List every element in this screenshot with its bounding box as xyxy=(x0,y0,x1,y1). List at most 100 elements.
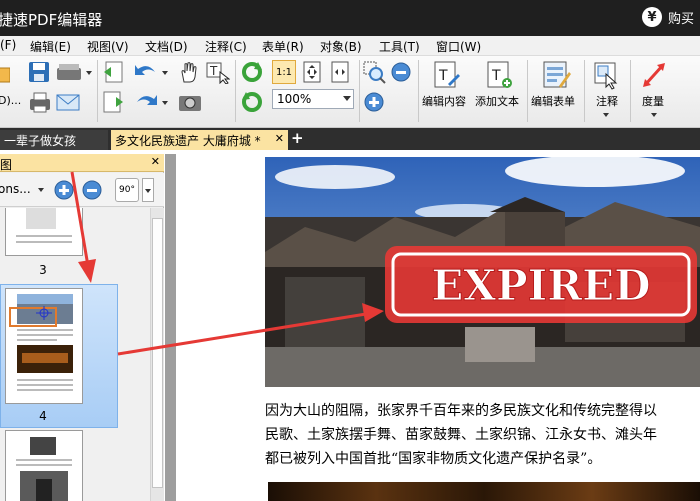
zoom-in-icon[interactable] xyxy=(362,90,386,114)
menu-document[interactable]: 文档(D) xyxy=(145,38,188,55)
select-text-icon[interactable]: T xyxy=(204,60,230,84)
rotate-cw-icon[interactable] xyxy=(239,60,265,84)
add-text-icon[interactable]: T xyxy=(485,60,513,90)
save-icon[interactable] xyxy=(27,60,51,84)
separator xyxy=(584,60,585,122)
close-icon[interactable]: ✕ xyxy=(275,132,284,145)
add-text-label[interactable]: 添加文本 xyxy=(475,93,519,109)
email-icon[interactable] xyxy=(55,90,81,114)
menu-bar: (F) 编辑(E) 视图(V) 文档(D) 注释(C) 表单(R) 对象(B) … xyxy=(0,36,700,56)
menu-form[interactable]: 表单(R) xyxy=(262,38,304,55)
menu-object[interactable]: 对象(B) xyxy=(320,38,362,55)
text-line: 民歌、土家族摆手舞、苗家鼓舞、土家织锦、江永女书、滩头年 xyxy=(265,427,657,443)
document-tab-bar: 一辈子做女孩 多文化民族遗产 大庸府城 * ✕ + xyxy=(0,128,700,150)
chevron-down-icon xyxy=(343,96,351,101)
separator xyxy=(418,60,419,122)
zoom-select[interactable]: 100% xyxy=(272,89,354,109)
rotate-dropdown[interactable] xyxy=(142,178,154,202)
scanner-icon[interactable] xyxy=(55,60,83,84)
svg-text:T: T xyxy=(438,68,448,84)
tab-document-2[interactable]: 多文化民族遗产 大庸府城 * ✕ xyxy=(111,130,288,150)
options-label: ons... xyxy=(0,182,31,196)
rotate-label: 90° xyxy=(119,185,135,195)
menu-view[interactable]: 视图(V) xyxy=(87,38,129,55)
document-photo-2 xyxy=(268,482,700,501)
menu-window[interactable]: 窗口(W) xyxy=(436,38,481,55)
snapshot-icon[interactable] xyxy=(177,90,203,114)
rotate-ccw-icon[interactable] xyxy=(239,90,265,114)
edit-form-label[interactable]: 编辑表单 xyxy=(531,93,575,109)
undo-dropdown-icon[interactable] xyxy=(162,71,168,75)
separator xyxy=(630,60,631,122)
tab-document-1[interactable]: 一辈子做女孩 xyxy=(0,130,108,150)
thumb-zoom-in-icon[interactable] xyxy=(53,179,75,201)
page-number: 4 xyxy=(39,409,47,423)
annotate-icon[interactable] xyxy=(592,60,620,90)
print-icon[interactable] xyxy=(27,90,53,114)
expired-stamp: EXPIRED xyxy=(385,246,697,323)
title-bar: 捷速PDF编辑器 ¥ 购买 xyxy=(0,0,700,36)
edit-form-icon[interactable] xyxy=(541,60,571,90)
page-thumbnail-5[interactable] xyxy=(5,430,83,501)
separator xyxy=(235,60,236,122)
menu-file[interactable]: (F) xyxy=(0,38,16,52)
menu-edit[interactable]: 编辑(E) xyxy=(30,38,71,55)
edit-content-icon[interactable]: T xyxy=(432,60,460,90)
body-text: 因为大山的阻隔，张家界千百年来的多民族文化和传统完整得以 民歌、土家族摆手舞、苗… xyxy=(265,399,700,471)
text-line: 因为大山的阻隔，张家界千百年来的多民族文化和传统完整得以 xyxy=(265,403,657,419)
actual-size-button[interactable]: 1:1 xyxy=(272,60,296,84)
zoom-area-icon[interactable] xyxy=(362,60,386,84)
close-icon[interactable]: ✕ xyxy=(151,155,160,168)
menu-tools[interactable]: 工具(T) xyxy=(379,38,420,55)
open-folder-icon[interactable] xyxy=(0,62,10,84)
buy-label: 购买 xyxy=(667,11,694,27)
app-title: 捷速PDF编辑器 xyxy=(0,11,103,29)
toolbar: D)... T 1:1 100% T 编辑内容 T 添加文本 编辑表单 注释 度… xyxy=(0,56,700,128)
options-dropdown[interactable]: ons... xyxy=(0,180,46,200)
export-page-icon[interactable] xyxy=(101,60,125,84)
measure-dropdown-icon[interactable] xyxy=(651,113,657,117)
annotate-label[interactable]: 注释 xyxy=(596,93,618,109)
panel-title: 图 xyxy=(0,158,13,172)
redo-icon[interactable] xyxy=(132,90,160,114)
page-thumbnail-3[interactable] xyxy=(5,208,83,256)
thumbnail-scrollbar[interactable] xyxy=(150,208,164,501)
hand-tool-icon[interactable] xyxy=(177,60,201,84)
tab-label: 一辈子做女孩 xyxy=(4,134,77,148)
pdf-page: EXPIRED 因为大山的阻隔，张家界千百年来的多民族文化和传统完整得以 民歌、… xyxy=(176,154,700,501)
zoom-out-icon[interactable] xyxy=(389,60,413,84)
buy-button[interactable]: ¥ 购买 xyxy=(641,7,694,27)
add-tab-icon[interactable]: + xyxy=(291,129,304,147)
panel-toolbar: ons... 90° xyxy=(0,173,164,207)
thumb-zoom-out-icon[interactable] xyxy=(81,179,103,201)
separator xyxy=(359,60,360,122)
fit-width-icon[interactable] xyxy=(328,60,352,84)
thumbnail-panel: 图 ✕ ons... 90° 3 4 xyxy=(0,154,164,501)
undo-icon[interactable] xyxy=(132,60,160,84)
tab-label: 多文化民族遗产 大庸府城 * xyxy=(115,134,261,148)
chevron-down-icon xyxy=(38,188,44,192)
page-number: 3 xyxy=(39,263,47,277)
annotate-dropdown-icon[interactable] xyxy=(603,113,609,117)
separator xyxy=(527,60,528,122)
scanner-dropdown-icon[interactable] xyxy=(86,71,92,75)
yen-icon: ¥ xyxy=(641,7,662,27)
fit-page-icon[interactable] xyxy=(300,60,324,84)
svg-text:T: T xyxy=(209,64,218,78)
document-photo: EXPIRED xyxy=(265,157,700,387)
import-page-icon[interactable] xyxy=(101,90,125,114)
edit-content-label[interactable]: 编辑内容 xyxy=(422,93,466,109)
chevron-down-icon xyxy=(145,189,151,193)
rotate-thumbnail-button[interactable]: 90° xyxy=(115,178,139,202)
document-viewer: EXPIRED 因为大山的阻隔，张家界千百年来的多民族文化和传统完整得以 民歌、… xyxy=(165,154,700,501)
text-line: 都已被列入中国首批“国家非物质文化遗产保护名录”。 xyxy=(265,451,602,467)
separator xyxy=(97,60,98,122)
redo-dropdown-icon[interactable] xyxy=(162,101,168,105)
thumbnail-list: 3 4 xyxy=(0,208,150,501)
menu-comment[interactable]: 注释(C) xyxy=(205,38,247,55)
page-thumbnail-4[interactable] xyxy=(5,288,83,404)
open-label: D)... xyxy=(0,94,22,107)
scrollbar-thumb[interactable] xyxy=(152,218,163,488)
measure-label[interactable]: 度量 xyxy=(642,93,664,109)
measure-icon[interactable] xyxy=(640,60,668,90)
